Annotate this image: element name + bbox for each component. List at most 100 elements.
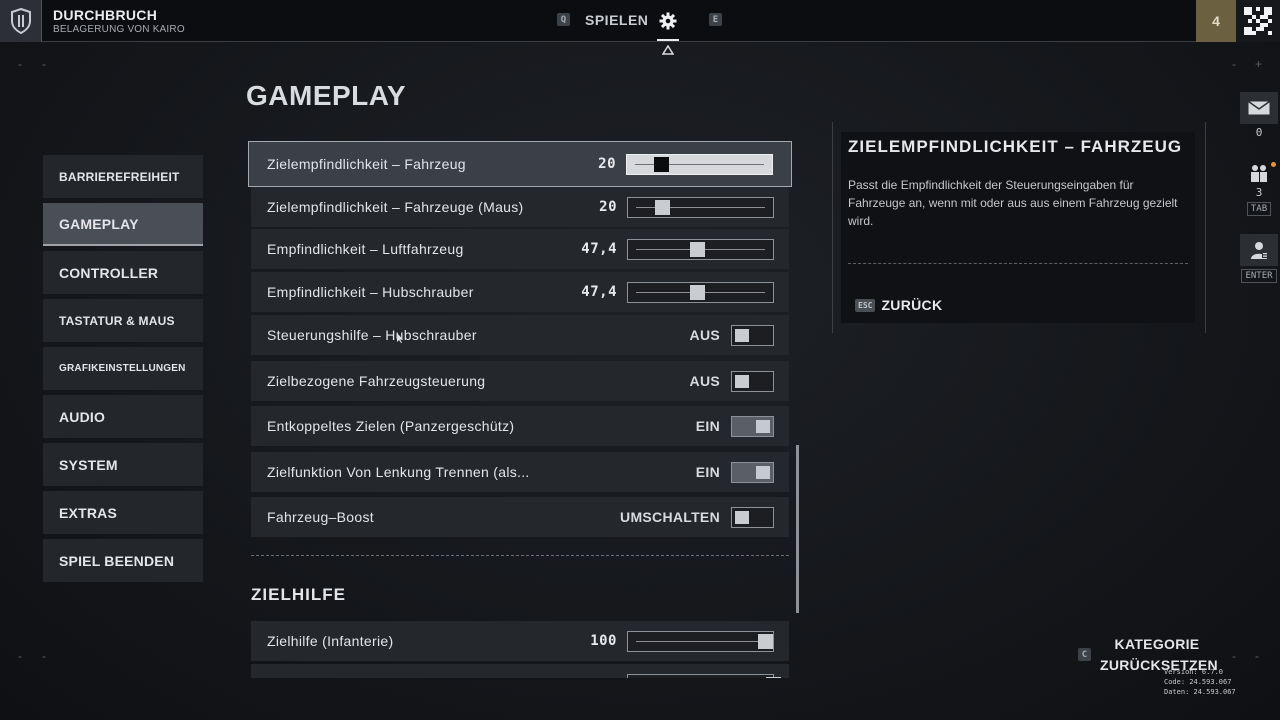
setting-value: 20 <box>598 156 616 172</box>
toggle-state-text: AUS <box>689 373 720 389</box>
code-text: Code: 24.593.067 <box>1164 678 1232 686</box>
sidebar-item-accessibility[interactable]: BARRIEREFREIHEIT <box>43 155 203 198</box>
mouse-cursor-icon <box>397 333 403 343</box>
mode-subtitle: BELAGERUNG VON KAIRO <box>53 24 185 35</box>
date-text: Daten: 24.593.067 <box>1164 688 1236 696</box>
setting-row-target-vehicle-steering[interactable]: Zielbezogene Fahrzeugsteuerung AUS <box>251 361 789 401</box>
back-label: ZURÜCK <box>881 297 943 313</box>
corner-mark: - <box>1255 649 1259 663</box>
setting-value: 47,4 <box>581 284 617 300</box>
toggle-knob <box>756 465 770 479</box>
section-title-aim-assist: ZIELHILFE <box>251 585 346 604</box>
mail-count: 0 <box>1255 126 1263 139</box>
info-description: Passt die Empfindlichkeit der Steuerungs… <box>848 178 1178 228</box>
sensitivity-slider[interactable] <box>627 196 774 218</box>
aim-assist-slider[interactable] <box>627 673 781 678</box>
setting-row-aim-assist-infantry[interactable]: Zielhilfe (Infanterie) 100 <box>251 621 789 661</box>
sidebar-item-extras[interactable]: EXTRAS <box>43 491 203 534</box>
slider-handle[interactable] <box>766 676 781 678</box>
toggle-switch[interactable] <box>731 506 774 528</box>
setting-row-vehicle-aim-sensitivity-mouse[interactable]: Zielempfindlichkeit – Fahrzeuge (Maus) 2… <box>251 187 789 227</box>
setting-label: Empfindlichkeit – Luftfahrzeug <box>267 241 464 257</box>
notification-dot <box>1271 162 1276 167</box>
reset-label-line1: KATEGORIE <box>1114 636 1200 652</box>
sensitivity-slider[interactable] <box>627 281 774 303</box>
sidebar-item-keyboard-mouse[interactable]: TASTATUR & MAUS <box>43 299 203 342</box>
toggle-knob <box>756 419 770 433</box>
setting-row-aircraft-sensitivity[interactable]: Empfindlichkeit – Luftfahrzeug 47,4 <box>251 229 789 269</box>
nav-left-key[interactable]: Q <box>557 13 570 26</box>
setting-row-helicopter-sensitivity[interactable]: Empfindlichkeit – Hubschrauber 47,4 <box>251 272 789 312</box>
qr-code-icon[interactable] <box>1236 0 1280 42</box>
setting-row-helicopter-assist[interactable]: Steuerungshilfe – Hubschrauber AUS <box>251 315 789 355</box>
corner-mark: + <box>1255 57 1263 71</box>
toggle-knob <box>735 510 749 524</box>
setting-label: Steuerungshilfe – Hubschrauber <box>267 327 477 343</box>
tab-key: TAB <box>1246 202 1272 216</box>
corner-mark: - <box>1232 649 1236 663</box>
setting-description-panel: ZIELEMPFINDLICHKEIT – FAHRZEUG Passt die… <box>841 132 1195 323</box>
sidebar-item-controller[interactable]: CONTROLLER <box>43 251 203 294</box>
sidebar-item-graphics[interactable]: GRAFIKEINSTELLUNGEN <box>43 347 203 390</box>
settings-list: Zielempfindlichkeit – Fahrzeug 20 Zielem… <box>248 140 793 678</box>
settings-sidebar: BARRIEREFREIHEIT GAMEPLAY CONTROLLER TAS… <box>43 155 203 587</box>
toggle-knob <box>735 328 749 342</box>
nav-indicator-icon <box>662 45 674 55</box>
setting-row-decoupled-aiming[interactable]: Entkoppeltes Zielen (Panzergeschütz) EIN <box>251 406 789 446</box>
slider-handle[interactable] <box>690 241 706 257</box>
sidebar-item-audio[interactable]: AUDIO <box>43 395 203 438</box>
back-button[interactable]: ESC ZURÜCK <box>855 297 942 313</box>
mode-title: DURCHBRUCH <box>53 7 158 23</box>
mail-button[interactable]: 0 <box>1239 92 1279 139</box>
corner-mark: - <box>42 649 46 663</box>
setting-value: 47,4 <box>581 241 617 257</box>
setting-row-vehicle-boost[interactable]: Fahrzeug–Boost UMSCHALTEN <box>251 497 789 537</box>
setting-label: Empfindlichkeit – Hubschrauber <box>267 284 474 300</box>
slider-handle[interactable] <box>758 633 773 649</box>
setting-row-partial[interactable] <box>251 664 789 678</box>
nav-right-key[interactable]: E <box>709 13 722 26</box>
gear-icon[interactable] <box>657 8 679 34</box>
section-divider <box>251 555 789 556</box>
social-button[interactable]: ENTER <box>1239 234 1279 283</box>
setting-label: Entkoppeltes Zielen (Panzergeschütz) <box>267 418 515 434</box>
corner-mark: - <box>18 57 22 71</box>
shield-icon <box>0 0 42 42</box>
sensitivity-slider[interactable] <box>626 153 773 175</box>
slider-handle[interactable] <box>653 156 669 172</box>
slider-handle[interactable] <box>654 199 670 215</box>
slider-handle[interactable] <box>690 284 706 300</box>
toggle-state-text: UMSCHALTEN <box>620 509 720 525</box>
info-divider <box>848 263 1188 264</box>
player-level-badge[interactable]: 4 <box>1196 0 1236 42</box>
toggle-switch[interactable] <box>731 370 774 392</box>
version-info: Version: 6.7.0 Code: 24.593.067 Daten: 2… <box>1164 667 1236 697</box>
settings-scrollbar[interactable] <box>796 445 799 613</box>
toggle-state-text: EIN <box>695 418 720 434</box>
setting-label: Zielfunktion Von Lenkung Trennen (als... <box>267 464 530 480</box>
slider-track <box>636 640 765 642</box>
esc-key: ESC <box>855 298 876 312</box>
toggle-switch[interactable] <box>731 324 774 346</box>
corner-mark: - <box>1232 57 1236 71</box>
toggle-switch[interactable] <box>731 461 774 483</box>
toggle-switch[interactable] <box>731 415 774 437</box>
aim-assist-slider[interactable] <box>627 630 774 652</box>
sensitivity-slider[interactable] <box>627 238 774 260</box>
mail-icon <box>1240 92 1278 124</box>
friends-icon <box>1240 234 1278 266</box>
version-text: Version: 6.7.0 <box>1164 668 1224 676</box>
setting-value: 100 <box>590 633 617 649</box>
setting-row-vehicle-aim-sensitivity[interactable]: Zielempfindlichkeit – Fahrzeug 20 <box>248 141 792 187</box>
reset-key: C <box>1078 648 1091 661</box>
toggle-state-text: EIN <box>695 464 720 480</box>
enter-key: ENTER <box>1241 269 1277 283</box>
corner-mark: - <box>18 649 22 663</box>
sidebar-item-system[interactable]: SYSTEM <box>43 443 203 486</box>
sidebar-item-quit-game[interactable]: SPIEL BEENDEN <box>43 539 203 582</box>
tab-play[interactable]: SPIELEN <box>585 12 648 28</box>
squad-count: 3 <box>1255 186 1263 199</box>
sidebar-item-gameplay[interactable]: GAMEPLAY <box>43 203 203 246</box>
info-title: ZIELEMPFINDLICHKEIT – FAHRZEUG <box>848 137 1183 156</box>
setting-row-separate-aim-steering[interactable]: Zielfunktion Von Lenkung Trennen (als...… <box>251 452 789 492</box>
